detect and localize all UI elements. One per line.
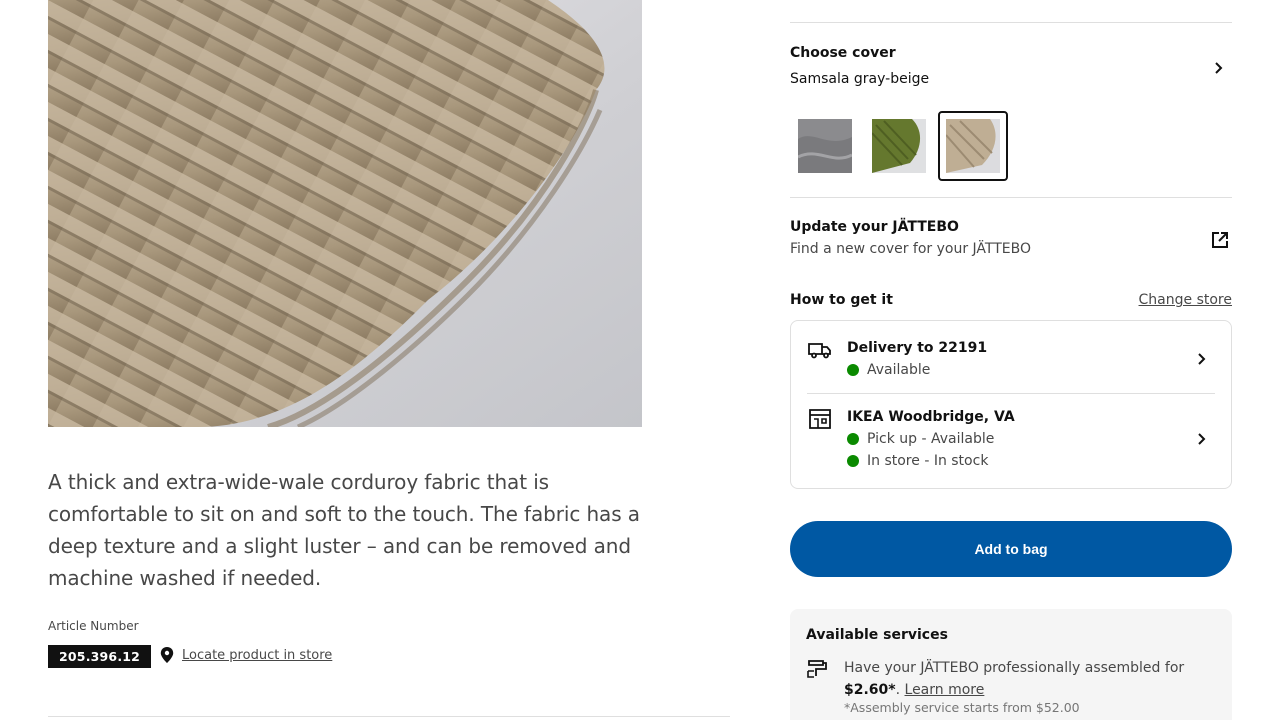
swatch-gray-image	[798, 119, 852, 173]
divider-top	[790, 22, 1232, 23]
article-number-label: Article Number	[48, 619, 139, 633]
status-dot-icon	[847, 364, 859, 376]
assembly-note: *Assembly service starts from $52.00	[844, 700, 1080, 715]
assembly-tool-icon	[807, 660, 827, 678]
swatch-green[interactable]	[864, 111, 934, 181]
services-title: Available services	[806, 627, 948, 643]
add-to-bag-button[interactable]: Add to bag	[790, 521, 1232, 577]
swatch-gray-beige[interactable]	[938, 111, 1008, 181]
learn-more-link[interactable]: Learn more	[905, 682, 985, 698]
corduroy-fabric-image	[48, 0, 642, 427]
choose-cover-title: Choose cover	[790, 45, 896, 61]
store-instock-text: In store - In stock	[867, 453, 989, 469]
how-to-get-title: How to get it	[790, 292, 893, 308]
available-services-panel: Available services Have your JÄTTEBO pro…	[790, 609, 1232, 720]
assembly-service-text: Have your JÄTTEBO professionally assembl…	[844, 660, 1185, 698]
delivery-option[interactable]: Delivery to 22191 Available	[791, 321, 1231, 393]
product-image[interactable]	[48, 0, 642, 427]
update-title: Update your JÄTTEBO	[790, 219, 959, 235]
left-divider	[48, 716, 730, 717]
store-instock-status: In store - In stock	[847, 453, 988, 469]
external-link-icon	[1212, 232, 1228, 248]
store-option[interactable]: IKEA Woodbridge, VA Pick up - Available …	[791, 394, 1231, 489]
status-dot-icon	[847, 433, 859, 445]
cover-swatches	[790, 111, 1232, 181]
swatch-gray-beige-image	[946, 119, 1000, 173]
fulfillment-options-box: Delivery to 22191 Available IKEA Woodbri…	[790, 320, 1232, 489]
swatch-green-image	[872, 119, 926, 173]
article-number-badge: 205.396.12	[48, 645, 152, 668]
locate-product-link[interactable]: Locate product in store	[160, 647, 332, 663]
assembly-text-prefix: Have your JÄTTEBO professionally assembl…	[844, 660, 1185, 676]
selected-cover-name: Samsala gray-beige	[790, 71, 930, 87]
delivery-status-text: Available	[867, 362, 931, 378]
update-jattebo-link[interactable]: Update your JÄTTEBO Find a new cover for…	[790, 219, 1232, 264]
chevron-right-icon	[1198, 353, 1206, 365]
chevron-right-icon	[1198, 433, 1206, 445]
status-dot-icon	[847, 455, 859, 467]
divider-mid	[790, 197, 1232, 198]
update-subtitle: Find a new cover for your JÄTTEBO	[790, 241, 1032, 257]
swatch-gray[interactable]	[790, 111, 860, 181]
delivery-title: Delivery to 22191	[847, 340, 988, 356]
how-to-get-it-header: How to get it Change store	[790, 292, 1232, 312]
chevron-right-icon	[1215, 62, 1223, 74]
choose-cover-row[interactable]: Choose cover Samsala gray-beige	[790, 40, 1232, 90]
assembly-price: $2.60*	[844, 682, 896, 698]
store-title: IKEA Woodbridge, VA	[847, 409, 1015, 425]
delivery-truck-icon	[808, 343, 831, 359]
store-icon	[809, 409, 831, 429]
store-pickup-text: Pick up - Available	[867, 431, 995, 447]
delivery-status: Available	[847, 362, 930, 378]
product-description: A thick and extra-wide-wale corduroy fab…	[48, 470, 640, 590]
change-store-link[interactable]: Change store	[1139, 292, 1232, 308]
locate-product-label: Locate product in store	[182, 647, 333, 663]
location-pin-icon	[160, 647, 174, 663]
store-pickup-status: Pick up - Available	[847, 431, 994, 447]
